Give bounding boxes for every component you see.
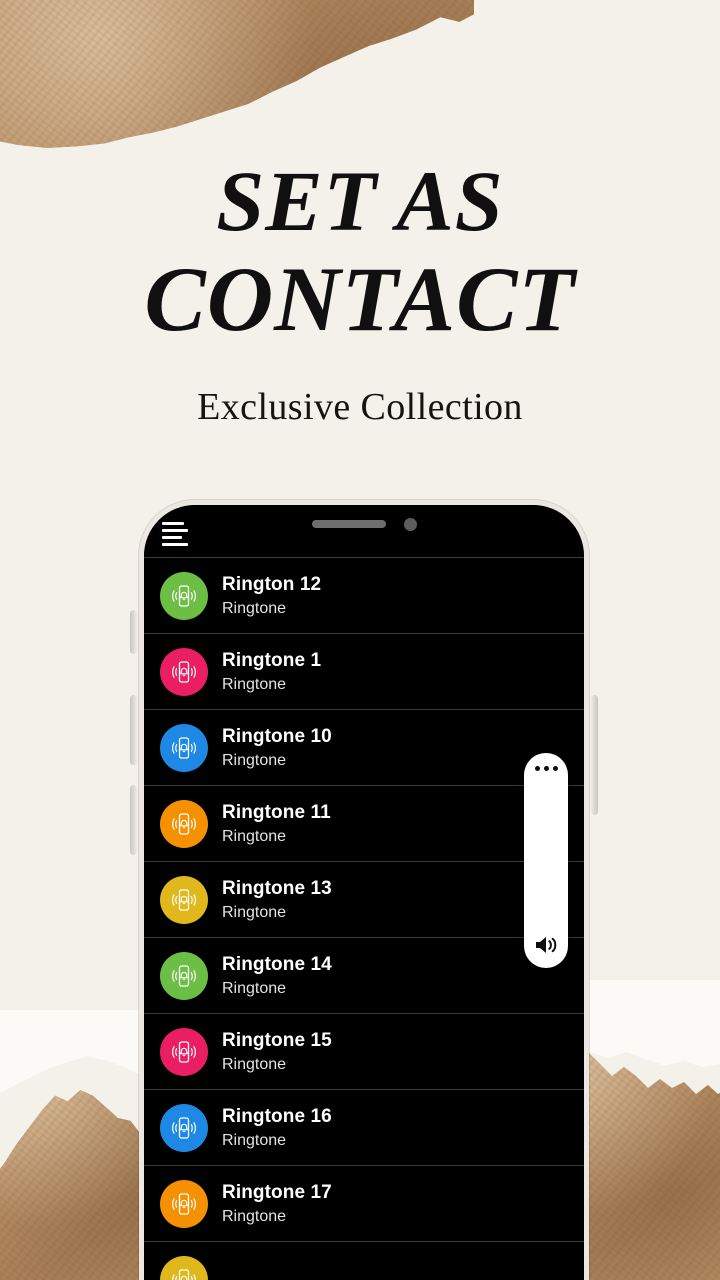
table-row[interactable]: Ringtone 11 Ringtone [144,786,584,862]
list-item-subtitle: Ringtone [222,599,287,617]
list-item-title: Ringtone 10 [222,725,332,747]
silent-switch-button[interactable] [130,610,137,654]
list-item-text: Ringtone 14 Ringtone [222,953,332,999]
list-item-subtitle: Ringtone [222,751,287,769]
list-item-title: Ringtone 15 [222,1029,332,1051]
floating-action-panel[interactable] [524,753,568,968]
phone-screen: Home Rington 12RingtoneRingtone 1Rington… [144,505,584,1280]
list-item-text: Rington 12 Ringtone [222,573,321,619]
table-row[interactable] [144,1242,584,1280]
table-row[interactable]: Ringtone 1 Ringtone [144,634,584,710]
list-item-title: Ringtone 17 [222,1181,332,1203]
list-item-text: Ringtone 17 Ringtone [222,1181,332,1227]
phone-mockup: Home Rington 12RingtoneRingtone 1Rington… [130,500,598,1280]
list-item-subtitle: Ringtone [222,1207,287,1225]
list-item-title: Ringtone 13 [222,877,332,899]
list-item-text: Ringtone 13 Ringtone [222,877,332,923]
headline-line-2: CONTACT [144,248,576,350]
list-item-text: Ringtone 15 Ringtone [222,1029,332,1075]
appbar-divider [144,557,584,558]
phone-bell-ring-icon [160,571,208,620]
phone-bell-ring-icon [160,799,208,848]
volume-up-button[interactable] [130,695,137,765]
speaker-volume-icon[interactable] [533,934,559,956]
list-item-subtitle: Ringtone [222,1055,287,1073]
table-row[interactable]: Ringtone 10 Ringtone [144,710,584,786]
poster-canvas: SET AS CONTACT Exclusive Collection Home [0,0,720,1280]
phone-bell-ring-icon [160,1255,208,1280]
phone-frame: Home Rington 12RingtoneRingtone 1Rington… [139,500,589,1280]
list-item-text: Ringtone 10 Ringtone [222,725,332,771]
torn-paper-top [0,0,474,148]
list-item-subtitle: Ringtone [222,675,287,693]
list-item-title: Ringtone 14 [222,953,332,975]
table-row[interactable]: Ringtone 14 Ringtone [144,938,584,1014]
three-dots-icon[interactable] [534,766,558,771]
list-item-title: Ringtone 16 [222,1105,332,1127]
table-row[interactable]: Rington 12 Ringtone [144,558,584,634]
phone-bell-ring-icon [160,723,208,772]
list-item-subtitle: Ringtone [222,827,287,845]
list-item-title: Ringtone 1 [222,649,322,671]
phone-bell-ring-icon [160,647,208,696]
table-row[interactable]: Ringtone 13 Ringtone [144,862,584,938]
list-item-title: Ringtone 11 [222,801,331,823]
headline-line-1: SET AS [216,153,504,249]
phone-notch [266,505,462,543]
phone-bell-ring-icon [160,951,208,1000]
poster-subheadline: Exclusive Collection [197,386,523,428]
list-item-text: Ringtone 1 Ringtone [222,649,321,695]
power-button[interactable] [591,695,598,815]
phone-bell-ring-icon [160,1027,208,1076]
table-row[interactable]: Ringtone 17 Ringtone [144,1166,584,1242]
hamburger-menu-icon[interactable] [162,522,188,546]
table-row[interactable]: Ringtone 16 Ringtone [144,1090,584,1166]
phone-bell-ring-icon [160,1179,208,1228]
list-item-text: Ringtone 16 Ringtone [222,1105,332,1151]
front-camera-icon [403,517,417,531]
list-item-subtitle: Ringtone [222,903,287,921]
poster-headline: SET AS CONTACT [0,152,720,348]
list-item-subtitle: Ringtone [222,979,287,997]
phone-bell-ring-icon [160,1103,208,1152]
list-item-text: Ringtone 11 Ringtone [222,801,331,847]
volume-down-button[interactable] [130,785,137,855]
list-item-subtitle: Ringtone [222,1131,287,1149]
phone-bell-ring-icon [160,875,208,924]
speaker-grille-icon [311,520,386,528]
ringtone-list[interactable]: Rington 12 Ringtone Ringtone 1 Ringtone Ring… [144,558,584,1280]
list-item-title: Rington 12 [222,573,322,595]
table-row[interactable]: Ringtone 15 Ringtone [144,1014,584,1090]
